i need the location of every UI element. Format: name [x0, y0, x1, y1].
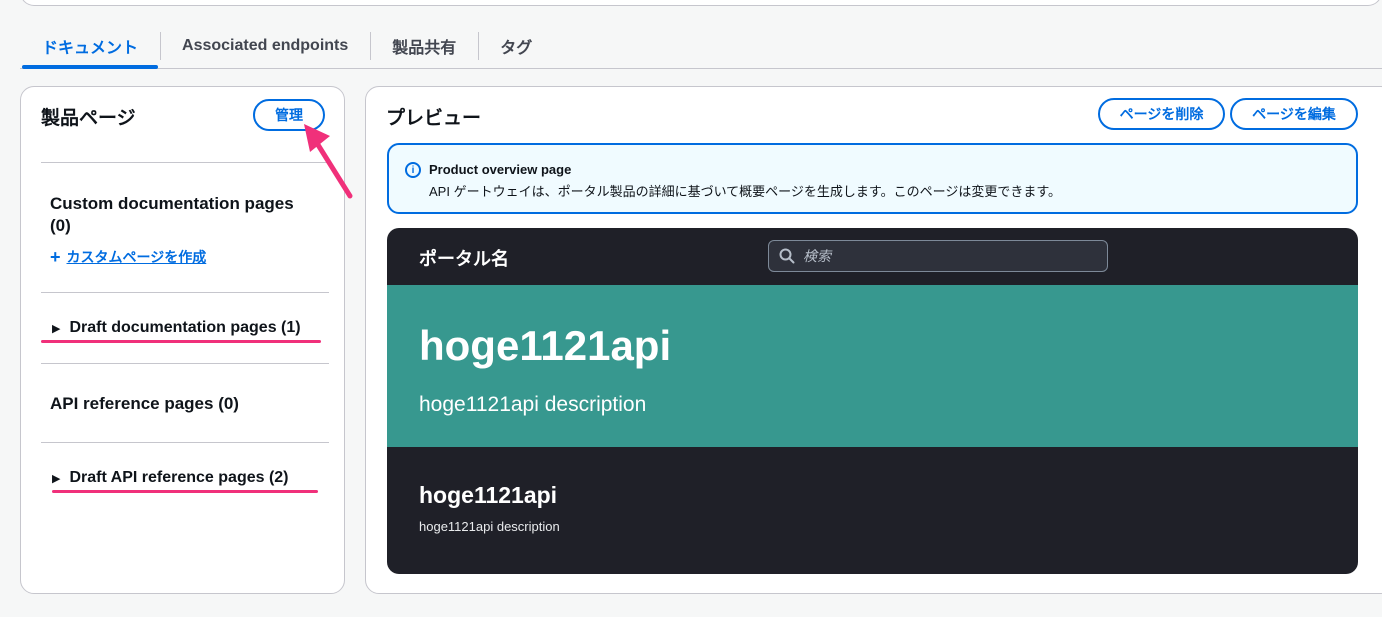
highlight-underline [41, 340, 321, 343]
preview-panel: プレビュー ページを削除 ページを編集 i Product overview p… [365, 86, 1382, 594]
preview-title: プレビュー [386, 108, 482, 129]
create-custom-page-link[interactable]: + カスタムページを作成 [50, 247, 206, 267]
search-icon [779, 248, 795, 264]
draft-api-ref-expander[interactable]: ▶ Draft API reference pages (2) [52, 469, 289, 487]
tab-bar: ドキュメント Associated endpoints 製品共有 タグ [20, 24, 1382, 69]
top-container-edge [20, 0, 1382, 6]
hero-description: hoge1121api description [419, 393, 647, 416]
custom-docs-heading: Custom documentation pages (0) [50, 194, 294, 235]
alert-title: Product overview page [429, 162, 572, 177]
divider [41, 442, 329, 443]
caret-right-icon: ▶ [52, 472, 61, 485]
edit-page-button[interactable]: ページを編集 [1230, 98, 1358, 130]
preview-header: ポータル名 検索 [387, 228, 1358, 285]
product-pages-panel: 製品ページ 管理 Custom documentation pages (0) … [20, 86, 345, 594]
tab-product-sharing[interactable]: 製品共有 [370, 24, 478, 68]
annotation-arrow-icon [304, 124, 353, 199]
product-card-description: hoge1121api description [419, 519, 560, 534]
portal-preview: ポータル名 検索 hoge1121api hoge1121api descrip… [387, 228, 1358, 574]
preview-search-input[interactable]: 検索 [768, 240, 1108, 272]
alert-body: API ゲートウェイは、ポータル製品の詳細に基づいて概要ページを生成します。この… [429, 184, 1062, 199]
tab-tags[interactable]: タグ [478, 24, 554, 68]
info-alert: i Product overview page API ゲートウェイは、ポータル… [387, 143, 1358, 214]
highlight-underline [52, 490, 318, 493]
info-icon: i [405, 162, 421, 178]
plus-icon: + [50, 247, 61, 267]
preview-hero: hoge1121api hoge1121api description [387, 285, 1358, 447]
draft-docs-expander[interactable]: ▶ Draft documentation pages (1) [52, 319, 301, 337]
caret-right-icon: ▶ [52, 322, 61, 335]
delete-page-button[interactable]: ページを削除 [1098, 98, 1225, 130]
portal-name: ポータル名 [419, 249, 509, 269]
divider [41, 363, 329, 364]
divider [41, 292, 329, 293]
hero-title: hoge1121api [419, 322, 672, 369]
tab-associated-endpoints[interactable]: Associated endpoints [160, 24, 370, 68]
api-reference-heading: API reference pages (0) [50, 394, 239, 413]
tab-documents[interactable]: ドキュメント [20, 24, 160, 69]
product-pages-title: 製品ページ [41, 108, 136, 129]
divider [41, 162, 329, 163]
product-card-title: hoge1121api [419, 482, 558, 508]
